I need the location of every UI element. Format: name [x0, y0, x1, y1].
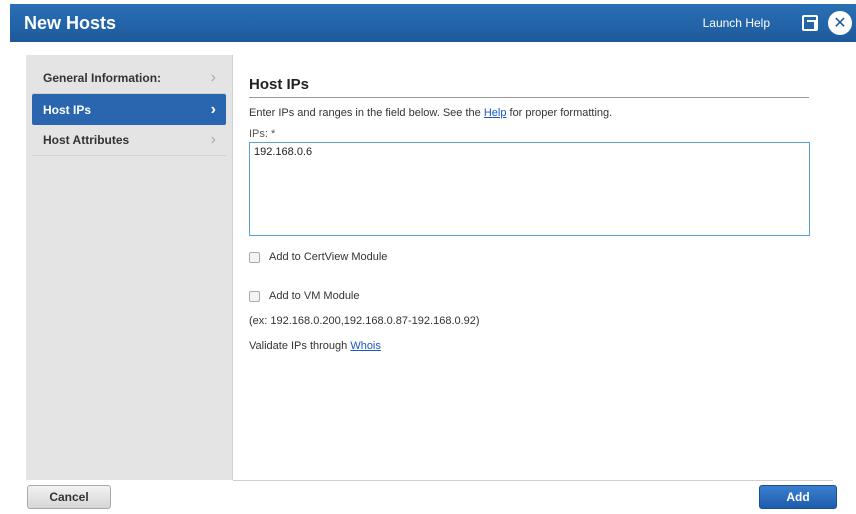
sidebar-item-label: Host IPs — [43, 102, 92, 117]
chevron-right-icon: › — [210, 131, 216, 148]
sidebar-item-general-information[interactable]: General Information: › — [32, 63, 226, 94]
window-title: New Hosts — [24, 12, 117, 33]
wizard-sidebar: General Information: › Host IPs › Host A… — [26, 55, 233, 480]
intro-text: Enter IPs and ranges in the field below.… — [249, 107, 834, 119]
intro-text-before: Enter IPs and ranges in the field below.… — [249, 107, 484, 119]
validate-label: Validate IPs through — [249, 340, 351, 352]
certview-checkbox[interactable] — [249, 251, 260, 263]
intro-text-after: for proper formatting. — [506, 107, 613, 119]
close-icon[interactable]: ✕ — [828, 11, 852, 35]
cancel-button[interactable]: Cancel — [27, 485, 111, 509]
ips-field-label: IPs: * — [249, 128, 276, 140]
sidebar-item-host-attributes[interactable]: Host Attributes › — [32, 125, 226, 156]
vm-checkbox-label: Add to VM Module — [269, 290, 360, 302]
launch-help-link[interactable]: Launch Help — [703, 16, 770, 30]
vm-option: Add to VM Module — [249, 290, 834, 302]
example-text: (ex: 192.168.0.200,192.168.0.87-192.168.… — [249, 315, 480, 327]
section-heading: Host IPs — [249, 76, 809, 98]
footer-divider — [233, 480, 833, 481]
popout-icon[interactable] — [802, 15, 818, 31]
add-button[interactable]: Add — [759, 485, 837, 509]
main-panel: Host IPs Enter IPs and ranges in the fie… — [249, 55, 834, 352]
chevron-right-icon: › — [210, 69, 216, 86]
chevron-right-icon: › — [210, 100, 216, 118]
sidebar-item-host-ips[interactable]: Host IPs › — [32, 94, 226, 125]
ips-textarea[interactable]: 192.168.0.6 — [249, 142, 810, 236]
sidebar-item-label: Host Attributes — [43, 133, 130, 147]
certview-checkbox-label: Add to CertView Module — [269, 251, 388, 263]
whois-link[interactable]: Whois — [350, 340, 381, 352]
validate-text: Validate IPs through Whois — [249, 340, 834, 352]
title-bar: New Hosts Launch Help ✕ — [10, 4, 856, 42]
vm-checkbox[interactable] — [249, 290, 260, 302]
sidebar-item-label: General Information: — [43, 71, 162, 85]
certview-option: Add to CertView Module — [249, 251, 834, 263]
help-link[interactable]: Help — [484, 107, 507, 119]
